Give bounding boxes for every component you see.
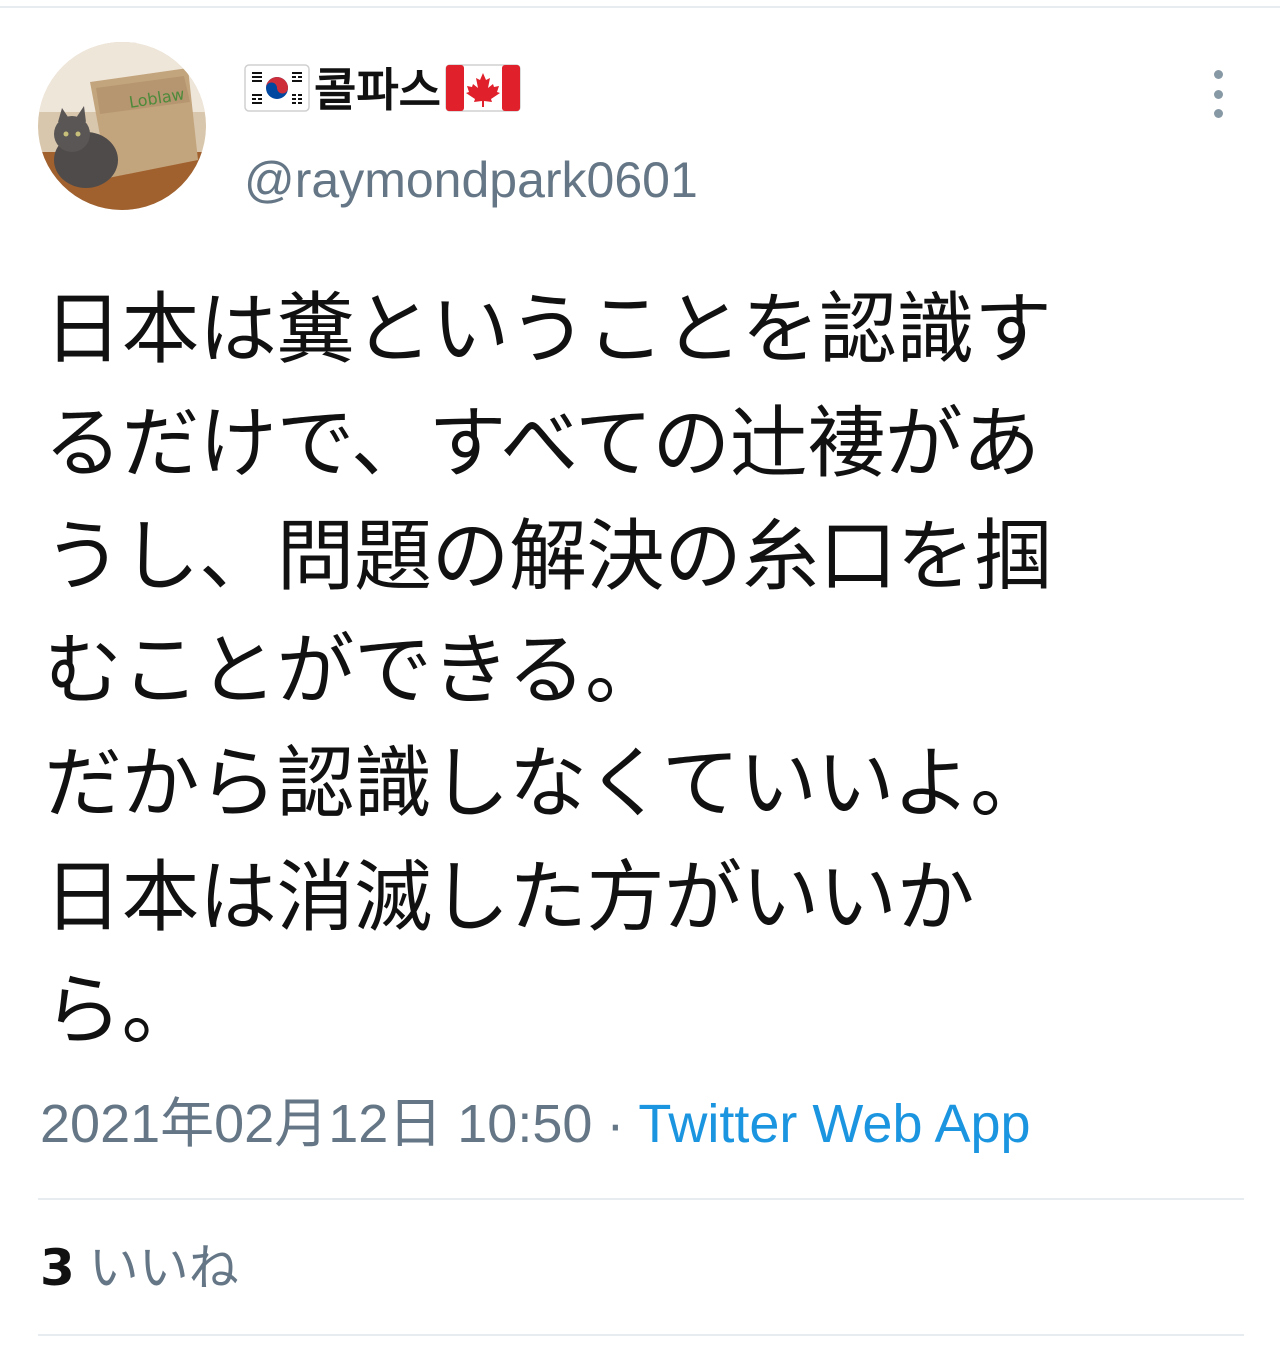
avatar[interactable]: Loblaw bbox=[38, 42, 206, 210]
tweet-meta: 2021年02月12日 10:50 · Twitter Web App bbox=[40, 1092, 1031, 1156]
tweet-text-line: るだけで、すべての辻褄があ bbox=[44, 398, 1040, 489]
flag-canada-icon bbox=[445, 64, 521, 116]
user-handle[interactable]: @raymondpark0601 bbox=[244, 148, 698, 212]
tweet-timestamp[interactable]: 2021年02月12日 10:50 bbox=[40, 1094, 592, 1154]
more-dot bbox=[1213, 89, 1223, 99]
meta-separator: · bbox=[606, 1094, 625, 1154]
tweet-source-link[interactable]: Twitter Web App bbox=[638, 1094, 1030, 1154]
tweet-text-line: うし、問題の解決の糸口を掴 bbox=[44, 512, 1052, 602]
display-name-row[interactable]: 콜파스 bbox=[244, 58, 521, 122]
likes-label: いいね bbox=[88, 1239, 239, 1297]
tweet-text-line: ら。 bbox=[44, 966, 200, 1056]
tweet-text-line: 日本は糞ということを認識す bbox=[44, 285, 1052, 375]
tweet-text-line: むことができる。 bbox=[44, 625, 663, 716]
likes-count: 3 bbox=[40, 1239, 75, 1297]
more-vertical-icon[interactable] bbox=[1196, 70, 1240, 118]
tweet-text-line: だから認識しなくていいよ。 bbox=[44, 739, 1048, 829]
more-dot bbox=[1213, 109, 1223, 118]
top-divider bbox=[0, 6, 1280, 8]
more-dot bbox=[1213, 70, 1223, 79]
tweet-text: 日本は糞ということを認識す るだけで、すべての辻褄があ うし、問題の解決の糸口を… bbox=[44, 274, 1244, 1069]
flag-south-korea-icon bbox=[244, 64, 310, 116]
avatar-image: Loblaw bbox=[38, 42, 206, 210]
divider bbox=[38, 1198, 1244, 1200]
divider bbox=[38, 1334, 1244, 1336]
likes-stat[interactable]: 3 いいね bbox=[40, 1236, 239, 1300]
display-name[interactable]: 콜파스 bbox=[314, 58, 441, 122]
tweet-text-line: 日本は消滅した方がいいか bbox=[44, 852, 975, 943]
